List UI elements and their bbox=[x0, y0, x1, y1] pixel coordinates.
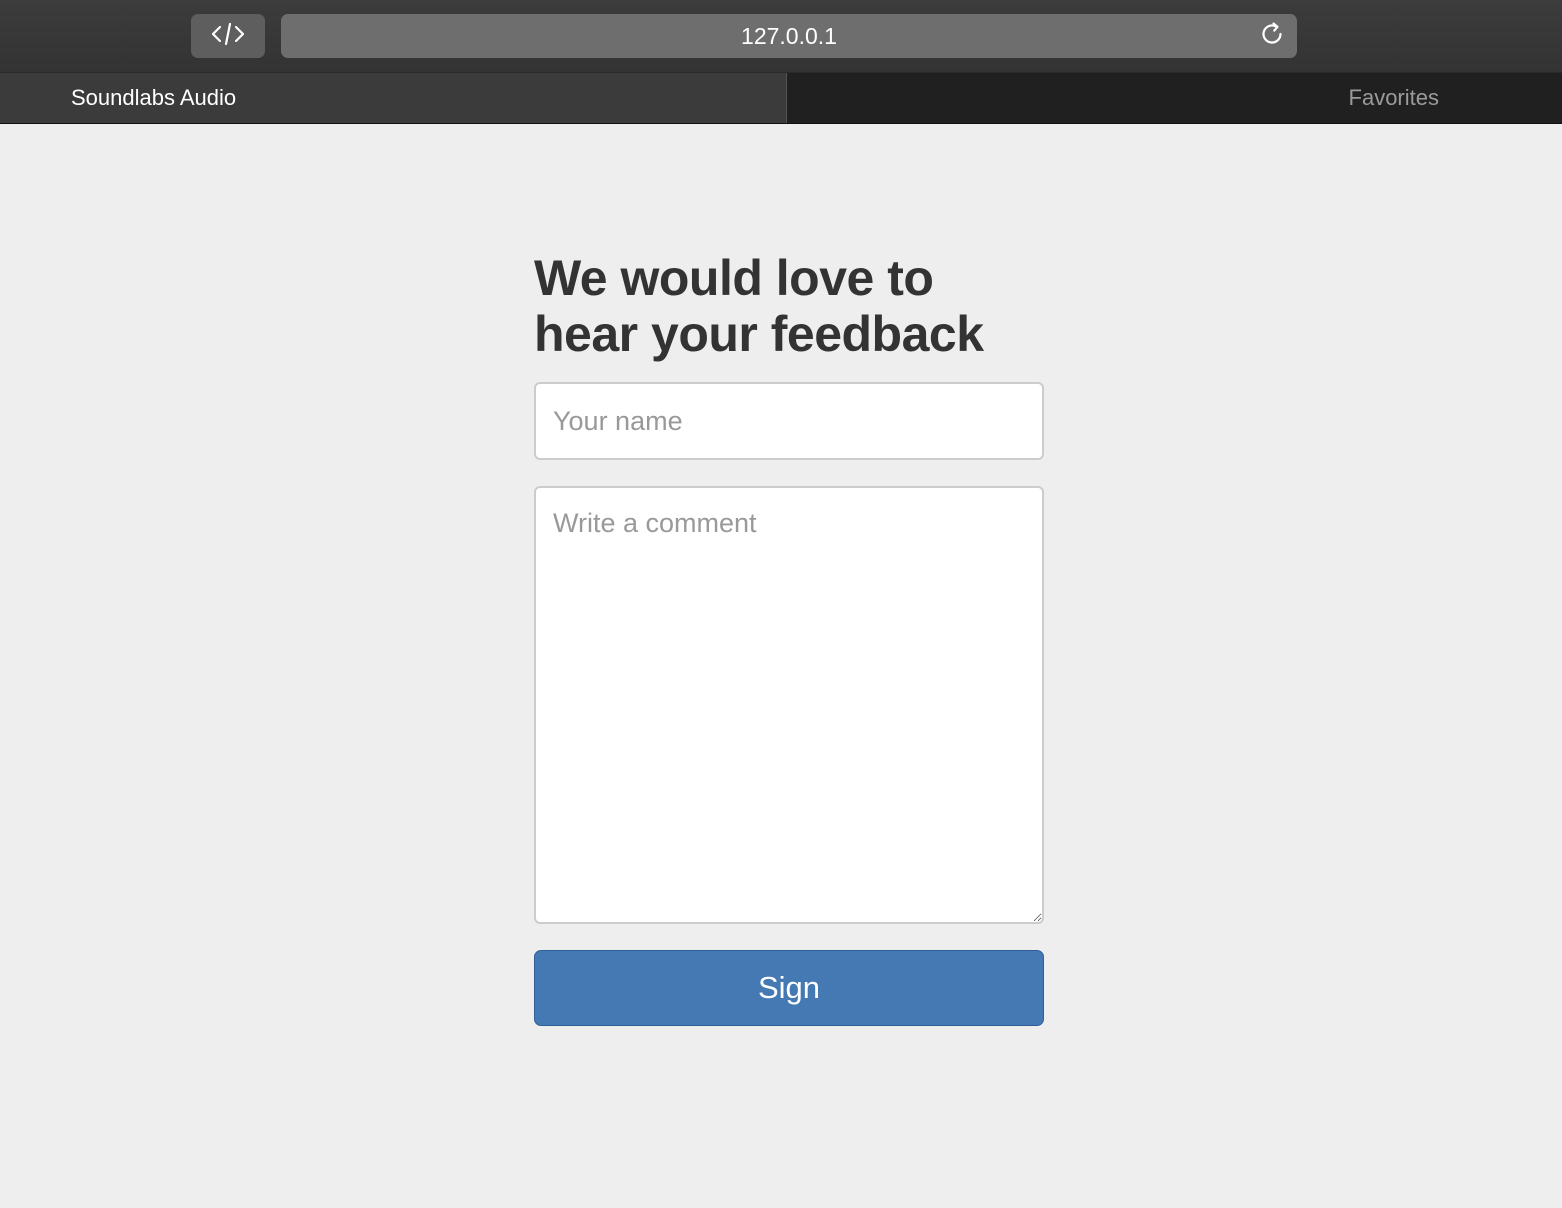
comment-textarea[interactable] bbox=[534, 486, 1044, 924]
address-bar[interactable]: 127.0.0.1 bbox=[281, 14, 1297, 58]
tab-bar: Soundlabs Audio Favorites bbox=[0, 73, 1562, 124]
reload-icon bbox=[1259, 21, 1285, 52]
tab-soundlabs-audio[interactable]: Soundlabs Audio bbox=[0, 73, 787, 123]
page-title: We would love to hear your feedback bbox=[534, 250, 984, 362]
sign-button[interactable]: Sign bbox=[534, 950, 1044, 1026]
browser-toolbar: 127.0.0.1 bbox=[0, 0, 1562, 73]
page-content: We would love to hear your feedback Sign bbox=[0, 124, 1562, 1208]
tab-label: Favorites bbox=[1348, 85, 1439, 110]
tab-label: Soundlabs Audio bbox=[71, 85, 237, 110]
web-inspector-button[interactable] bbox=[191, 14, 265, 58]
address-text: 127.0.0.1 bbox=[741, 22, 837, 49]
reload-button[interactable] bbox=[1257, 21, 1287, 52]
feedback-form: We would love to hear your feedback Sign bbox=[534, 250, 1044, 1026]
name-input[interactable] bbox=[534, 382, 1044, 460]
tab-favorites[interactable]: Favorites bbox=[788, 73, 1562, 123]
code-brackets-icon bbox=[211, 20, 245, 53]
